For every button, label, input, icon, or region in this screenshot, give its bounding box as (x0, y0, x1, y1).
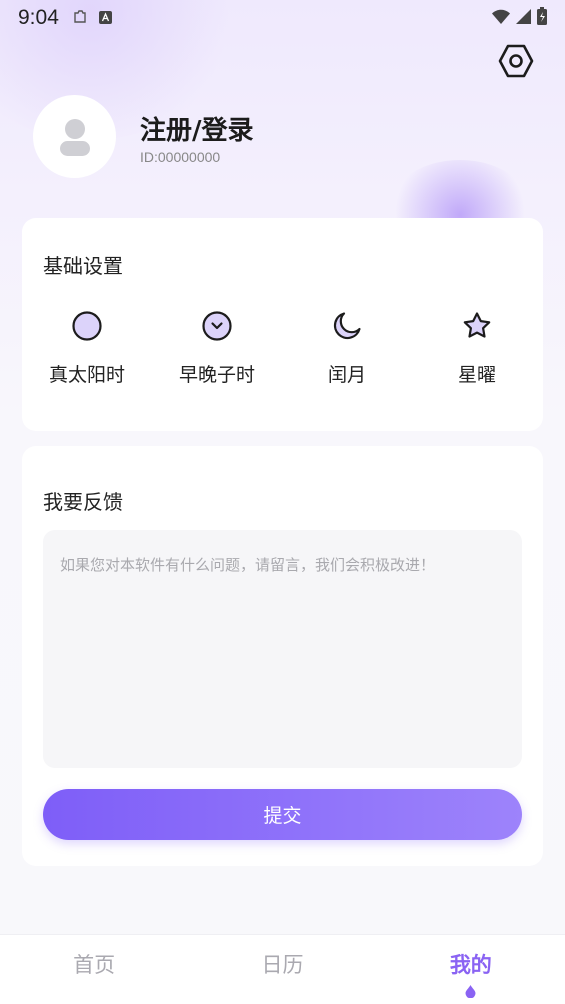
status-time: 9:04 (18, 6, 59, 29)
setting-early-late-zi[interactable]: 早晚子时 (152, 310, 282, 387)
user-id: ID:00000000 (140, 149, 221, 165)
moon-icon (333, 312, 361, 340)
signal-icon (516, 8, 531, 28)
setting-label: 早晚子时 (178, 364, 255, 386)
wifi-icon (492, 9, 510, 28)
feedback-card: 我要反馈 提交 (22, 446, 543, 866)
avatar[interactable] (33, 95, 116, 178)
circle-icon (72, 311, 102, 341)
feedback-title: 我要反馈 (43, 490, 123, 514)
a-badge-icon (98, 9, 112, 28)
basic-settings-card: 基础设置 真太阳时 早晚子时 闰月 星曜 (22, 218, 543, 431)
active-indicator-icon (465, 985, 476, 998)
hexagon-gear-icon (498, 44, 534, 78)
person-icon (59, 118, 90, 156)
login-register-link[interactable]: 注册/登录 (140, 110, 254, 147)
submit-button[interactable]: 提交 (43, 789, 522, 840)
setting-true-solar-time[interactable]: 真太阳时 (22, 310, 152, 387)
nav-calendar[interactable]: 日历 (188, 935, 376, 1004)
nav-label: 日历 (261, 953, 304, 977)
clock-chevron-icon (202, 311, 232, 341)
nav-home[interactable]: 首页 (0, 935, 188, 1004)
setting-label: 星曜 (457, 364, 496, 386)
clipboard-icon (73, 9, 87, 28)
star-icon (463, 312, 491, 338)
bottom-nav: 首页 日历 我的 (0, 934, 565, 1004)
nav-label: 首页 (73, 953, 116, 977)
profile-page: 9:04 注册/登录 ID:00000000 基础设置 真太阳时 早晚子时 闰月… (0, 0, 565, 1004)
settings-button[interactable] (497, 42, 535, 80)
setting-stars[interactable]: 星曜 (412, 310, 542, 387)
nav-label: 我的 (449, 953, 492, 977)
setting-label: 闰月 (327, 364, 366, 386)
battery-icon (537, 7, 547, 29)
setting-leap-month[interactable]: 闰月 (282, 310, 412, 387)
feedback-textarea[interactable] (43, 530, 522, 768)
nav-mine[interactable]: 我的 (377, 935, 565, 1004)
basic-settings-title: 基础设置 (43, 254, 123, 278)
settings-grid: 真太阳时 早晚子时 闰月 星曜 (22, 310, 543, 387)
status-bar: 9:04 (0, 0, 565, 36)
setting-label: 真太阳时 (48, 364, 125, 386)
